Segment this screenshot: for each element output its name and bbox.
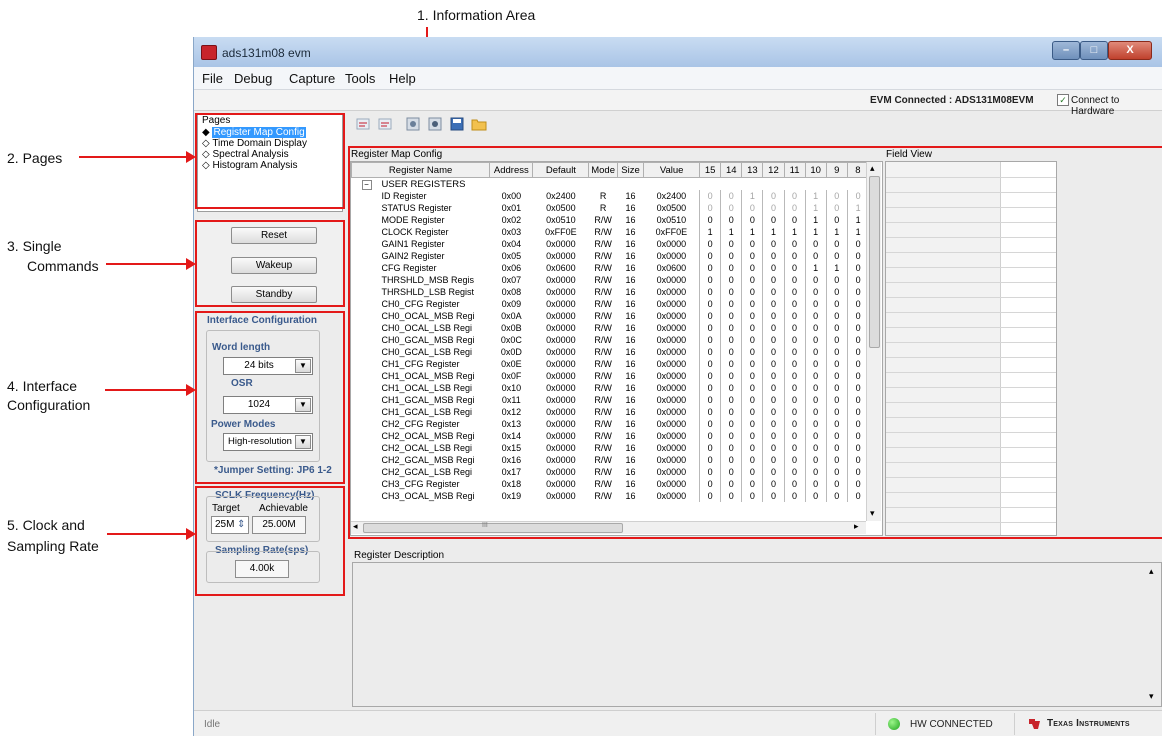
register-description-title: Register Description [354, 550, 445, 561]
connect-hardware-checkbox[interactable]: ✓ [1057, 94, 1069, 106]
window-title: ads131m08 evm [222, 46, 311, 60]
open-folder-icon[interactable] [471, 116, 487, 132]
status-bar: Idle HW CONNECTED Texas Instruments [194, 710, 1162, 736]
texas-instruments-logo-icon [1029, 719, 1040, 729]
close-button[interactable]: X [1108, 41, 1152, 60]
texas-instruments-brand: Texas Instruments [1047, 718, 1130, 729]
save-icon[interactable] [449, 116, 465, 132]
description-scroll-up[interactable]: ▴ [1149, 566, 1154, 577]
annotation-single-commands-2: Commands [27, 258, 99, 274]
menu-tools[interactable]: Tools [345, 71, 375, 86]
menu-debug[interactable]: Debug [234, 71, 272, 86]
annotation-pages-arrow [79, 156, 187, 158]
status-divider [875, 713, 876, 735]
menu-help[interactable]: Help [389, 71, 416, 86]
annotation-clock-arrowhead [186, 528, 196, 540]
menu-capture[interactable]: Capture [289, 71, 335, 86]
read-register-icon[interactable] [355, 116, 371, 132]
annotation-interface-1: 4. Interface [7, 378, 78, 394]
read-all-icon[interactable] [405, 116, 421, 132]
annotation-clock-arrow [107, 533, 187, 535]
register-description-box: ▴ ▾ [352, 562, 1162, 707]
write-all-icon[interactable] [427, 116, 443, 132]
annotation-interface-arrow [105, 389, 187, 391]
annotation-commands-arrowhead [186, 258, 196, 270]
app-icon [201, 45, 217, 60]
connect-hardware-label[interactable]: Connect to Hardware [1071, 95, 1162, 117]
status-idle: Idle [204, 719, 221, 730]
clock-highlight-box [195, 486, 345, 596]
hw-connected-led-icon [888, 718, 900, 730]
annotation-clock-2: Sampling Rate [7, 538, 99, 554]
pages-highlight-box [195, 113, 345, 209]
interface-highlight-box [195, 311, 345, 484]
annotation-pages-arrowhead [186, 151, 196, 163]
minimize-button[interactable]: – [1052, 41, 1080, 60]
annotation-pages: 2. Pages [7, 150, 63, 166]
write-register-icon[interactable] [377, 116, 393, 132]
description-scroll-down[interactable]: ▾ [1149, 691, 1154, 702]
title-bar: ads131m08 evm – □ X [194, 37, 1162, 67]
annotation-commands-arrow [106, 263, 187, 265]
annotation-clock-1: 5. Clock and [7, 517, 85, 533]
status-divider [1014, 713, 1015, 735]
annotation-information-area: 1. Information Area [417, 7, 536, 23]
information-area-highlight-box [348, 146, 1162, 539]
evm-connected-label: EVM Connected : ADS131M08EVM [870, 95, 1034, 106]
annotation-interface-arrowhead [186, 384, 196, 396]
menu-bar: File Debug Capture Tools Help [194, 67, 1162, 90]
annotation-interface-2: Configuration [7, 397, 91, 413]
connection-bar: EVM Connected : ADS131M08EVM ✓ Connect t… [194, 90, 1162, 117]
hw-connected-label: HW CONNECTED [910, 719, 993, 730]
annotation-single-commands-1: 3. Single [7, 238, 62, 254]
menu-file[interactable]: File [202, 71, 223, 86]
maximize-button[interactable]: □ [1080, 41, 1108, 60]
toolbar [351, 113, 551, 135]
commands-highlight-box [195, 220, 345, 307]
